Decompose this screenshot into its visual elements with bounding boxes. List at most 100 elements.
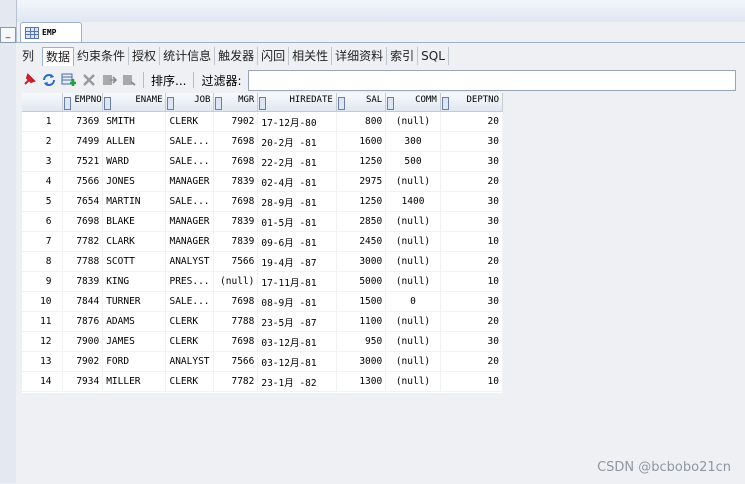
tab-10[interactable]: SQL: [418, 47, 449, 65]
table-cell[interactable]: CLERK: [165, 371, 215, 392]
table-cell[interactable]: 03-12月-81: [257, 331, 337, 352]
table-cell[interactable]: 08-9月 -81: [257, 291, 337, 312]
table-cell[interactable]: (null): [385, 311, 441, 332]
commit-icon[interactable]: [100, 71, 118, 89]
column-pin-icon[interactable]: [441, 96, 449, 110]
table-cell[interactable]: MARTIN: [102, 191, 167, 212]
table-cell[interactable]: 23-5月 -87: [257, 311, 337, 332]
table-cell[interactable]: 7566: [213, 351, 259, 372]
tab-1[interactable]: 数据: [42, 47, 75, 66]
table-cell[interactable]: 20: [440, 351, 504, 372]
table-cell[interactable]: 30: [440, 151, 504, 172]
table-cell[interactable]: 20: [440, 171, 504, 192]
table-cell[interactable]: 10: [440, 231, 504, 252]
table-cell[interactable]: SMITH: [102, 111, 167, 132]
table-row[interactable]: 10 7844 TURNER SALE... 7698 08-9月 -81 1500 0 30: [22, 291, 504, 312]
table-row[interactable]: 7 7782 CLARK MANAGER 7839 09-6月 -81 2450 (null)…: [22, 231, 504, 252]
table-cell[interactable]: SALE...: [165, 131, 215, 152]
table-cell[interactable]: 3000: [336, 251, 387, 272]
table-cell[interactable]: 7499: [62, 131, 104, 152]
table-cell[interactable]: 10: [440, 271, 504, 292]
column-pin-icon[interactable]: [63, 96, 71, 110]
table-row[interactable]: 14 7934 MILLER CLERK 7782 23-1月 -82 1300 (null)…: [22, 371, 504, 392]
tab-6[interactable]: 闪回: [258, 47, 290, 65]
table-cell[interactable]: 1600: [336, 131, 387, 152]
table-cell[interactable]: 7839: [213, 231, 259, 252]
table-cell[interactable]: 30: [440, 211, 504, 232]
table-cell[interactable]: 7698: [62, 211, 104, 232]
table-cell[interactable]: 30: [440, 191, 504, 212]
table-cell[interactable]: (null): [213, 271, 259, 292]
table-row[interactable]: 12 7900 JAMES CLERK 7698 03-12月-81 950 (null) 30: [22, 331, 504, 352]
column-pin-icon[interactable]: [167, 96, 175, 110]
table-cell[interactable]: 2975: [336, 171, 387, 192]
table-cell[interactable]: (null): [385, 351, 441, 372]
table-cell[interactable]: 1250: [336, 191, 387, 212]
table-cell[interactable]: ANALYST: [165, 351, 215, 372]
table-row[interactable]: 1 7369 SMITH CLERK 7902 17-12月-80 800 (null) 20: [22, 111, 504, 132]
column-header[interactable]: ENAME: [102, 93, 167, 112]
table-cell[interactable]: 7900: [62, 331, 104, 352]
table-cell[interactable]: JONES: [102, 171, 167, 192]
rollback-icon[interactable]: [120, 71, 138, 89]
table-cell[interactable]: 7698: [213, 291, 259, 312]
table-cell[interactable]: 17-11月-81: [257, 271, 337, 292]
table-cell[interactable]: JAMES: [102, 331, 167, 352]
sort-button[interactable]: 排序...: [149, 72, 188, 89]
table-cell[interactable]: 1250: [336, 151, 387, 172]
table-cell[interactable]: MANAGER: [165, 211, 215, 232]
table-cell[interactable]: 7782: [213, 371, 259, 392]
table-cell[interactable]: SALE...: [165, 151, 215, 172]
table-cell[interactable]: 20: [440, 251, 504, 272]
table-cell[interactable]: 1400: [385, 191, 441, 212]
table-cell[interactable]: 5000: [336, 271, 387, 292]
table-cell[interactable]: 28-9月 -81: [257, 191, 337, 212]
table-cell[interactable]: FORD: [102, 351, 167, 372]
table-row[interactable]: 11 7876 ADAMS CLERK 7788 23-5月 -87 1100 (null) 2…: [22, 311, 504, 332]
tab-2[interactable]: 约束条件: [74, 47, 130, 65]
table-cell[interactable]: (null): [385, 271, 441, 292]
table-cell[interactable]: (null): [385, 371, 441, 392]
table-cell[interactable]: 7788: [62, 251, 104, 272]
table-cell[interactable]: 03-12月-81: [257, 351, 337, 372]
tab-9[interactable]: 索引: [387, 47, 419, 65]
table-cell[interactable]: 7521: [62, 151, 104, 172]
table-cell[interactable]: SCOTT: [102, 251, 167, 272]
tab-3[interactable]: 授权: [129, 47, 161, 65]
column-header[interactable]: JOB: [165, 93, 215, 112]
table-row[interactable]: 13 7902 FORD ANALYST 7566 03-12月-81 3000 (null)…: [22, 351, 504, 372]
table-cell[interactable]: 1300: [336, 371, 387, 392]
table-cell[interactable]: 17-12月-80: [257, 111, 337, 132]
table-cell[interactable]: 22-2月 -81: [257, 151, 337, 172]
table-cell[interactable]: 20: [440, 311, 504, 332]
tab-0[interactable]: 列: [20, 47, 42, 65]
column-pin-icon[interactable]: [387, 96, 395, 110]
insert-row-icon[interactable]: [60, 71, 78, 89]
table-cell[interactable]: 7839: [213, 171, 259, 192]
table-row[interactable]: 6 7698 BLAKE MANAGER 7839 01-5月 -81 2850 (null)…: [22, 211, 504, 232]
table-cell[interactable]: MANAGER: [165, 171, 215, 192]
table-cell[interactable]: SALE...: [165, 191, 215, 212]
table-cell[interactable]: (null): [385, 231, 441, 252]
table-cell[interactable]: 7566: [62, 171, 104, 192]
table-cell[interactable]: 30: [440, 291, 504, 312]
table-cell[interactable]: CLERK: [165, 311, 215, 332]
column-header[interactable]: HIREDATE: [257, 93, 337, 112]
table-row[interactable]: 3 7521 WARD SALE... 7698 22-2月 -81 1250 500 30: [22, 151, 504, 172]
tab-7[interactable]: 相关性: [289, 47, 333, 65]
table-cell[interactable]: 7934: [62, 371, 104, 392]
table-cell[interactable]: KING: [102, 271, 167, 292]
table-cell[interactable]: 09-6月 -81: [257, 231, 337, 252]
table-cell[interactable]: SALE...: [165, 291, 215, 312]
column-header[interactable]: DEPTNO: [440, 93, 504, 112]
table-row[interactable]: 5 7654 MARTIN SALE... 7698 28-9月 -81 1250 1400 3…: [22, 191, 504, 212]
table-cell[interactable]: PRES...: [165, 271, 215, 292]
table-cell[interactable]: 20-2月 -81: [257, 131, 337, 152]
table-cell[interactable]: 7839: [62, 271, 104, 292]
table-cell[interactable]: 7844: [62, 291, 104, 312]
column-pin-icon[interactable]: [259, 96, 267, 110]
table-cell[interactable]: 7698: [213, 151, 259, 172]
table-cell[interactable]: 7698: [213, 331, 259, 352]
table-cell[interactable]: 2850: [336, 211, 387, 232]
column-pin-icon[interactable]: [337, 96, 345, 110]
